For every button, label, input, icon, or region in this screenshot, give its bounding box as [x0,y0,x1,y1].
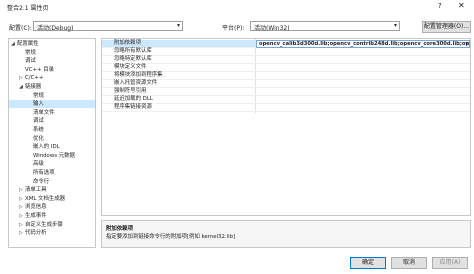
window-title: 整合2.1 属性页 [7,5,49,12]
tree-item[interactable]: ▷ C/C++ [9,74,95,82]
property-value-field[interactable]: opencv_calib3d300d.lib;opencv_contrib248… [256,40,470,48]
tree-item-label: 命令行 [33,178,50,185]
tree-item-label: 高级 [33,161,44,168]
tree-item[interactable]: 所有选项 [9,169,95,177]
tree-item-label: 清单文件 [33,109,55,116]
platform-value: 活动(Win32) [254,25,290,32]
tree-item[interactable]: 调试 [9,57,95,65]
property-row[interactable]: 延迟加载的 DLL [102,96,470,104]
tree-item-label: 优化 [33,135,44,142]
tree-item-label: 调试 [33,118,44,125]
title-bar: 整合2.1 属性页 ? ✕ [0,0,474,14]
apply-button[interactable]: 应用(A) [432,257,468,269]
property-name: 忽略特定默认库 [114,56,152,62]
tree-item-label: Windows 元数据 [33,152,75,159]
tree-item[interactable]: ▷ 生成事件 [9,212,95,220]
tree-item-label: 浏览信息 [25,204,47,211]
tree-item[interactable]: 输入 [9,100,95,109]
chevron-down-icon: ▾ [176,22,180,29]
property-row[interactable]: 嵌入托管资源文件 [102,80,470,88]
property-name: 附加依赖项 [114,40,141,46]
property-name: 强制符号引用 [114,88,147,94]
tree-item-label: 配置属性 [17,41,39,47]
tree-item[interactable]: 常规 [9,49,95,57]
config-value: 活动(Debug) [37,25,74,32]
chevron-down-icon[interactable]: ▾ [465,41,468,47]
property-row[interactable]: 忽略所有默认库 [102,48,470,56]
tree-item[interactable]: ▷ 清单工具 [9,186,95,194]
property-row[interactable]: 将模块添加到程序集 [102,72,470,80]
property-name: 延迟加载的 DLL [114,96,153,102]
description-panel: 附加依赖项 指定要添加到链接命令行的附加项[例如 kernel32.lib] [101,220,471,248]
property-row[interactable]: 忽略特定默认库 [102,56,470,64]
description-title: 附加依赖项 [106,226,133,232]
tree-item-label: 自定义生成步骤 [25,221,63,228]
cancel-button[interactable]: 取消 [391,257,427,269]
tree-item[interactable]: ▷ XML 文档生成器 [9,195,95,203]
tree-item-label: 生成事件 [25,213,47,219]
chevron-down-icon: ▾ [393,22,397,29]
property-name: 将模块添加到程序集 [114,72,163,78]
tree-item-label: 系统 [33,127,44,133]
property-name: 程序集链接资源 [114,104,152,110]
tree-item-label: 链接器 [25,84,42,90]
property-name: 忽略所有默认库 [114,48,152,54]
property-row[interactable]: 程序集链接资源 [102,104,470,112]
tree-item[interactable]: VC++ 目录 [9,66,95,74]
tree-item[interactable]: 常规 [9,92,95,100]
property-value: opencv_calib3d300d.lib;opencv_contrib248… [259,41,470,47]
tree-item-label: 常规 [33,92,44,99]
help-icon[interactable]: ? [438,2,442,10]
property-row[interactable]: 附加依赖项 opencv_calib3d300d.lib;opencv_contr… [102,40,470,48]
description-text: 指定要添加到链接命令行的附加项[例如 kernel32.lib] [106,234,236,240]
tree-item-label: 输入 [33,101,44,108]
tree-item-label: 常规 [25,49,36,56]
tree-item[interactable]: 系统 [9,126,95,134]
tree-item-label: VC++ 目录 [25,66,54,73]
platform-dropdown[interactable]: 活动(Win32) ▾ [250,21,400,32]
property-row[interactable]: 强制符号引用 [102,88,470,96]
tree-item[interactable]: ▷ 自定义生成步骤 [9,221,95,229]
property-row[interactable]: 模块定义文件 [102,64,470,72]
tree-item-label: 代码分析 [25,230,47,237]
tree-item[interactable]: Windows 元数据 [9,152,95,160]
ok-button[interactable]: 确定 [350,257,386,269]
tree-item-label: 清单工具 [25,187,47,194]
property-grid[interactable]: 附加依赖项 opencv_calib3d300d.lib;opencv_contr… [101,38,471,216]
tree-item[interactable]: ▷ 代码分析 [9,229,95,237]
tree-item[interactable]: ◢ 链接器 [9,83,95,91]
config-label: 配置(C): [9,25,32,32]
tree-item-label: XML 文档生成器 [25,195,66,202]
property-name: 模块定义文件 [114,64,147,70]
tree-item-label: 所有选项 [33,170,55,176]
tree-item[interactable]: ▷ 浏览信息 [9,203,95,211]
tree-item-label: 嵌入的 IDL [33,144,60,151]
tree-item[interactable]: 调试 [9,117,95,125]
tree-item-label: C/C++ [25,75,44,82]
tree-item[interactable]: 嵌入的 IDL [9,143,95,151]
config-manager-button[interactable]: 配置管理器(O)... [422,21,471,33]
property-name: 嵌入托管资源文件 [114,80,158,86]
platform-label: 平台(P): [222,25,245,32]
tree-item-label: 调试 [25,58,36,65]
tree-item[interactable]: 命令行 [9,178,95,186]
tree-item[interactable]: 清单文件 [9,109,95,117]
close-icon[interactable]: ✕ [458,1,465,10]
tree-item[interactable]: 优化 [9,135,95,143]
tree-item[interactable]: 高级 [9,160,95,168]
property-tree[interactable]: ◢ 配置属性 常规 调试 VC++ 目录 ▷ C/C++ ◢ 链接器 常规 输入 清单文件 调试 系统 优化… [8,38,96,248]
config-dropdown[interactable]: 活动(Debug) ▾ [33,21,183,32]
tree-item[interactable]: ◢ 配置属性 [9,40,95,48]
